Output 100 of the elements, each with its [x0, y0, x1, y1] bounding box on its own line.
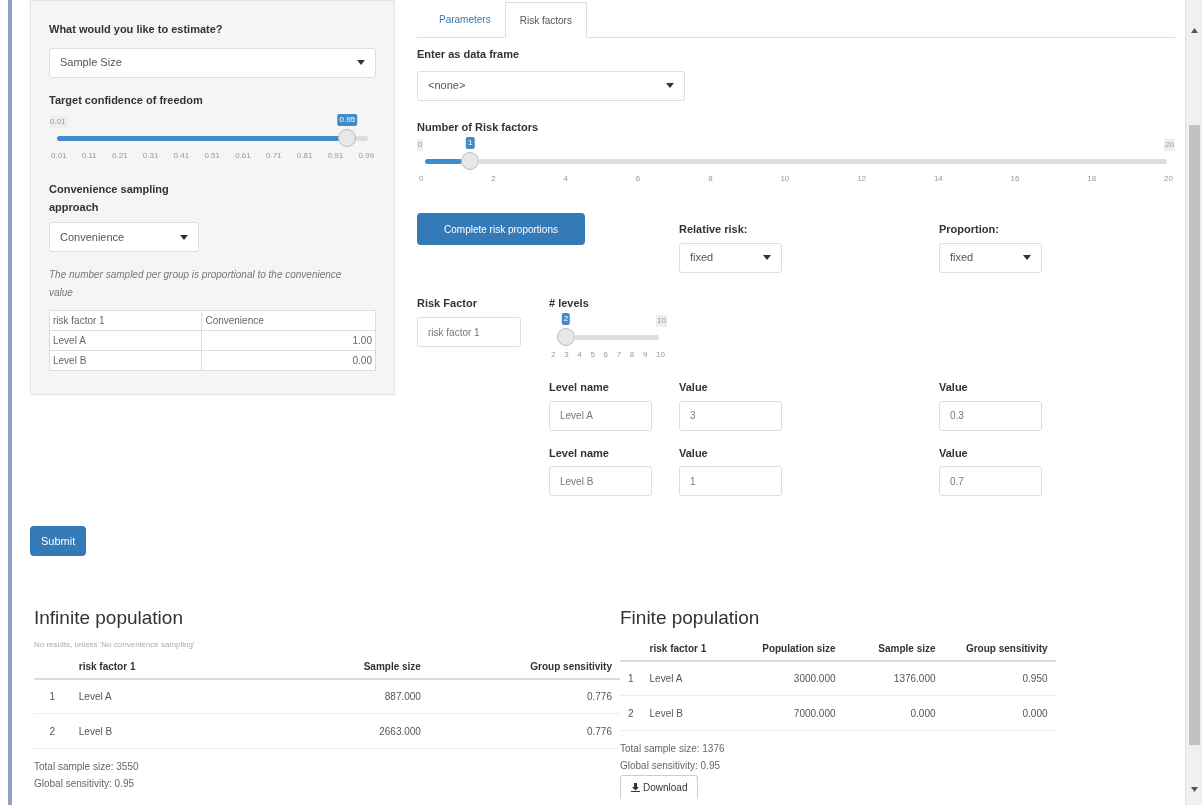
field-label: Number of Risk factors: [417, 119, 540, 135]
dropdown[interactable]: Convenience: [49, 222, 199, 252]
field-label: Value: [679, 380, 709, 395]
table-cell: 1376.000: [843, 660, 944, 696]
tick-label: 16: [1010, 173, 1020, 185]
table-cell: 2: [34, 713, 71, 749]
tick-label: 14: [933, 173, 943, 185]
dropdown[interactable]: fixed: [679, 242, 782, 273]
slider-handle[interactable]: [461, 152, 480, 170]
scrollbar-thumb[interactable]: [1189, 125, 1200, 745]
input-field[interactable]: Level A: [549, 400, 652, 431]
column-header: risk factor 1: [641, 636, 732, 661]
slider-track[interactable]: [425, 152, 1167, 170]
summary-text: Total sample size: 3550: [34, 760, 140, 774]
caret-icon: [763, 255, 771, 260]
note-text: The number sampled per group is proportional to the convenience value: [49, 268, 343, 300]
tick-label: 0.99: [358, 150, 374, 162]
slider-value-label: 1: [465, 137, 475, 149]
table-cell: 1.00: [201, 330, 376, 351]
column-header: Sample size: [843, 636, 944, 661]
table-cell: Level A: [49, 330, 202, 351]
tick-label: 0: [419, 173, 424, 185]
slider-track[interactable]: [57, 129, 368, 147]
dropdown[interactable]: fixed: [939, 242, 1042, 273]
field-label: # levels: [549, 295, 590, 311]
summary-text: Global sensitivity: 0.95: [34, 777, 136, 791]
dropdown[interactable]: Sample Size: [49, 47, 376, 78]
tick-label: 4: [577, 349, 582, 361]
summary-text: Total sample size: 1376: [620, 742, 726, 756]
complete-button[interactable]: Complete risk proportions: [417, 213, 585, 245]
scroll-down-icon[interactable]: [1191, 787, 1198, 792]
table-cell: 2: [620, 695, 642, 731]
slider-value-label: 2: [561, 313, 571, 325]
column-header: risk factor 1: [70, 654, 242, 679]
table-cell: 0.776: [428, 713, 620, 749]
table-cell: 1: [34, 678, 71, 714]
slider-value-label: 0.95: [337, 114, 358, 126]
table-cell: 2663.000: [241, 713, 429, 749]
column-header: Group sensitivity: [428, 654, 620, 679]
tick-label: 0.41: [173, 150, 190, 162]
field-label: Value: [679, 445, 709, 461]
table-cell: 0.000: [943, 695, 1056, 731]
tick-label: 0.21: [112, 150, 128, 162]
slider-max-label: 20: [1164, 139, 1175, 151]
tick-label: 2: [491, 173, 496, 185]
slider-handle[interactable]: [338, 129, 357, 147]
tick-label: 6: [635, 173, 641, 185]
field-label: Relative risk:: [679, 222, 749, 237]
tab[interactable]: Risk factors: [504, 2, 587, 38]
submit-button[interactable]: Submit: [30, 526, 87, 556]
tick-label: 8: [708, 173, 713, 185]
caret-icon: [180, 234, 188, 240]
table-cell: Level A: [641, 660, 732, 696]
field-label: Level name: [549, 380, 610, 395]
slider-handle[interactable]: [557, 328, 575, 346]
tick-label: 0.61: [235, 150, 251, 162]
tick-label: 4: [563, 173, 568, 185]
field-label: Enter as data frame: [417, 47, 521, 62]
table-cell: 0.776: [428, 678, 620, 714]
table-header: risk factor 1: [49, 310, 202, 331]
input-field[interactable]: 3: [679, 400, 782, 431]
tick-label: 0.81: [296, 150, 313, 162]
tick-label: 0.91: [327, 150, 344, 162]
tick-label: 3: [564, 349, 569, 361]
tick-label: 6: [603, 349, 608, 361]
tick-label: 20: [1164, 173, 1173, 185]
tick-label: 5: [590, 349, 595, 361]
table-cell: 1: [620, 660, 642, 696]
dropdown[interactable]: <none>: [417, 70, 685, 101]
slider-min-label: 0: [417, 139, 424, 151]
field-label: Value: [939, 380, 969, 395]
table-cell: Level B: [641, 695, 732, 731]
input-field[interactable]: 0.7: [939, 466, 1042, 496]
field-label: Level name: [549, 445, 610, 461]
tab[interactable]: Parameters: [425, 1, 505, 37]
section-title: Infinite population: [34, 606, 184, 630]
table-cell: 3000.000: [731, 660, 844, 696]
table-header: Convenience: [201, 310, 376, 331]
table-cell: 7000.000: [731, 695, 844, 731]
input-field[interactable]: 1: [679, 466, 782, 496]
column-header: Population size: [731, 636, 844, 661]
tick-label: 18: [1087, 173, 1097, 185]
field-label: Convenience sampling approach: [49, 182, 170, 215]
field-label: Value: [939, 445, 969, 461]
input-field[interactable]: Level B: [549, 466, 652, 496]
input-field[interactable]: risk factor 1: [417, 317, 521, 347]
tick-label: 0.71: [266, 150, 282, 162]
slider-min-label: 0.01: [49, 116, 67, 128]
summary-text: Global sensitivity: 0.95: [620, 759, 722, 773]
table-cell: Level B: [70, 713, 242, 749]
column-header: Sample size: [241, 654, 429, 679]
tick-label: 7: [616, 349, 622, 361]
scrollbar[interactable]: [1185, 0, 1202, 805]
slider-track[interactable]: [557, 328, 659, 346]
input-field[interactable]: 0.3: [939, 400, 1042, 431]
download-button[interactable]: Download: [620, 775, 699, 799]
table-cell: 0.950: [943, 660, 1056, 696]
scroll-up-icon[interactable]: [1191, 28, 1198, 33]
caret-icon: [666, 83, 674, 88]
tick-label: 9: [642, 349, 648, 361]
